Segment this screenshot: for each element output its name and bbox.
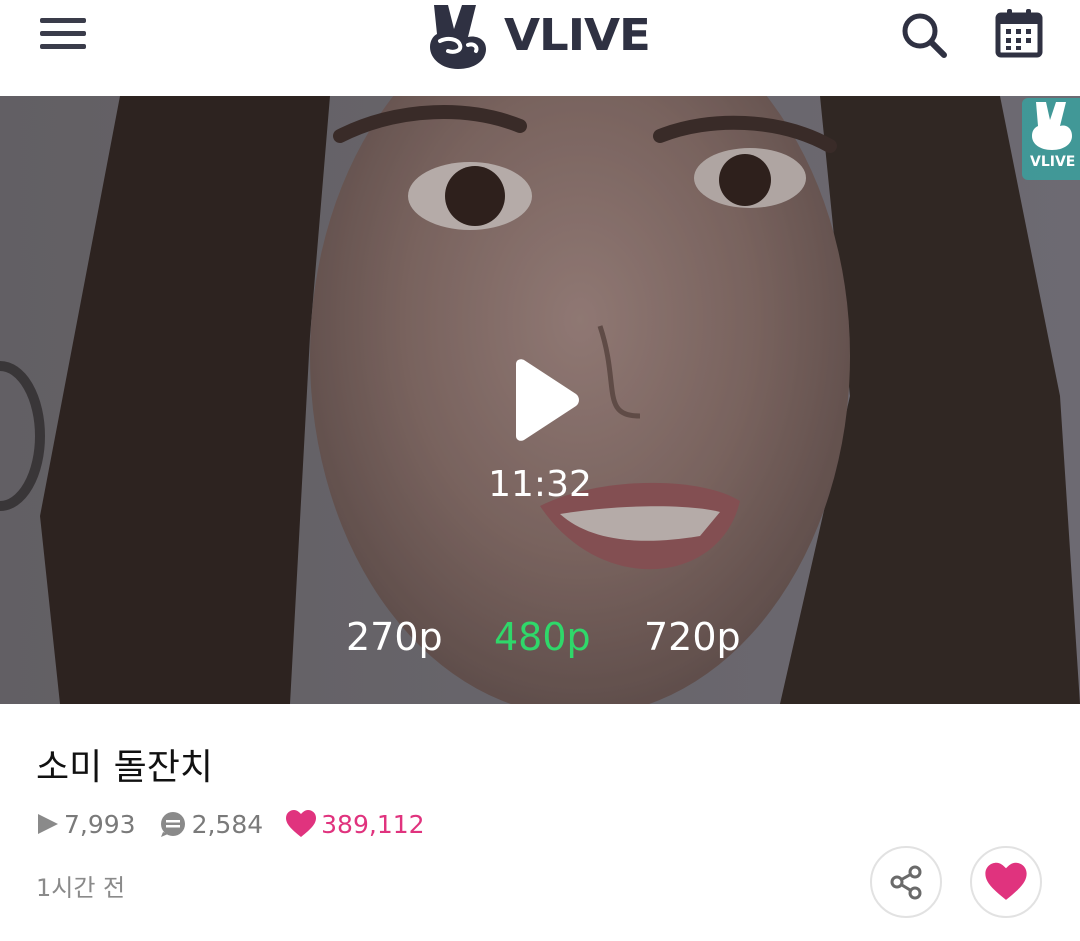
views-stat: 7,993 [36,810,136,839]
vlive-watermark: VLIVE [1022,98,1080,180]
views-count: 7,993 [64,809,136,839]
app-header: VLIVE [0,0,1080,96]
watermark-text: VLIVE [1030,154,1076,170]
video-duration: 11:32 [488,464,592,505]
comment-icon [160,812,185,837]
quality-option-270p[interactable]: 270p [346,615,443,659]
calendar-icon[interactable] [994,6,1044,60]
likes-stat: 389,112 [285,809,425,839]
like-button[interactable] [970,846,1042,918]
play-count-icon [38,814,58,834]
vlive-logo[interactable]: VLIVE [424,0,651,72]
hamburger-menu-icon[interactable] [40,14,86,54]
search-icon[interactable] [898,8,952,62]
vlive-hand-logo-icon [430,5,486,69]
comments-stat: 2,584 [158,809,264,839]
video-stats: 7,993 2,584 389,112 [36,804,447,844]
share-icon [890,865,922,900]
vlive-watermark-icon [1032,102,1072,150]
upload-time: 1시간 전 [36,874,126,902]
video-title: 소미 돌잔치 [36,747,214,788]
heart-icon [985,862,1027,900]
quality-option-720p[interactable]: 720p [644,615,741,659]
video-player[interactable]: VLIVE 11:32 270p 480p 720p [0,96,1080,704]
logo-text: VLIVE [504,10,651,61]
heart-small-icon [286,810,317,837]
comments-count: 2,584 [191,809,264,839]
quality-option-480p[interactable]: 480p [494,615,591,659]
share-button[interactable] [870,846,942,918]
play-icon[interactable] [510,358,582,442]
likes-count: 389,112 [321,809,425,839]
